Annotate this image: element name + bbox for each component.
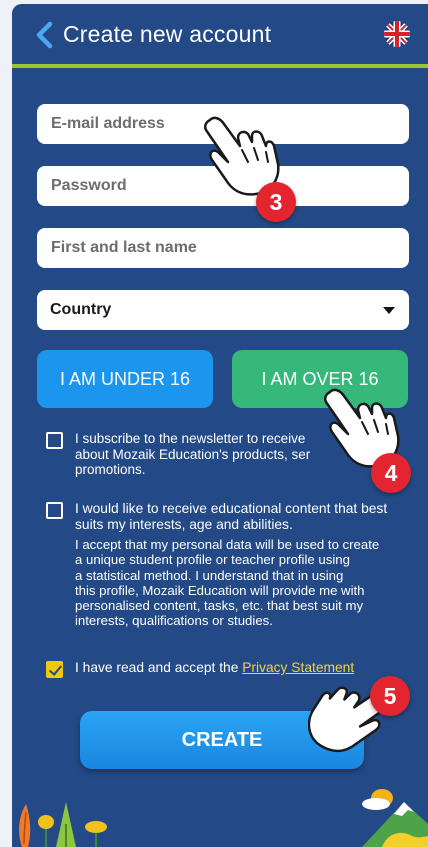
educational-detail-line: this profile, Mozaik Education will prov… [75, 582, 365, 598]
create-button-label: CREATE [181, 728, 263, 751]
privacy-checkbox[interactable] [46, 661, 63, 678]
educational-detail-line: a unique student profile or teacher prof… [75, 552, 350, 568]
step-badge: 5 [370, 676, 410, 716]
over-16-label: I AM OVER 16 [261, 368, 379, 389]
newsletter-checkbox[interactable] [46, 432, 63, 449]
plants-illustration [19, 802, 107, 847]
page-title: Create new account [63, 21, 272, 47]
mountain-illustration [362, 789, 428, 847]
step-badge: 4 [371, 453, 411, 493]
back-arrow-icon[interactable] [32, 20, 58, 50]
educational-title-line: I would like to receive educational cont… [75, 501, 388, 516]
educational-content-checkbox[interactable] [46, 502, 63, 519]
step-badge: 3 [256, 182, 296, 222]
educational-detail-line: a statistical method. I understand that … [75, 567, 344, 583]
app-screen: Create new account Country I AM UNDER 16… [12, 4, 428, 847]
header-bar: Create new account [12, 4, 428, 68]
country-select-label: Country [50, 301, 112, 318]
under-16-button[interactable]: I AM UNDER 16 [37, 350, 213, 408]
educational-detail-line: I accept that my personal data will be u… [75, 537, 380, 552]
educational-title: I would like to receive educational cont… [75, 501, 387, 532]
educational-title-line: suits my interests, age and abilities. [75, 516, 293, 532]
newsletter-line: I subscribe to the newsletter to receive [75, 431, 306, 446]
chevron-down-icon [383, 307, 395, 314]
privacy-prefix: I have read and accept the [75, 660, 243, 675]
under-16-label: I AM UNDER 16 [59, 368, 191, 389]
privacy-statement-link[interactable]: Privacy Statement [242, 660, 354, 675]
uk-flag-icon[interactable] [384, 21, 410, 47]
country-select[interactable]: Country [37, 290, 409, 330]
educational-detail-line: personalised content, tasks, etc. that b… [75, 598, 364, 614]
educational-detail-line: interests, qualifications or studies. [75, 613, 273, 629]
name-field[interactable] [37, 228, 409, 268]
privacy-text: I have read and accept the Privacy State… [75, 660, 354, 676]
educational-detail: I accept that my personal data will be u… [75, 537, 379, 629]
